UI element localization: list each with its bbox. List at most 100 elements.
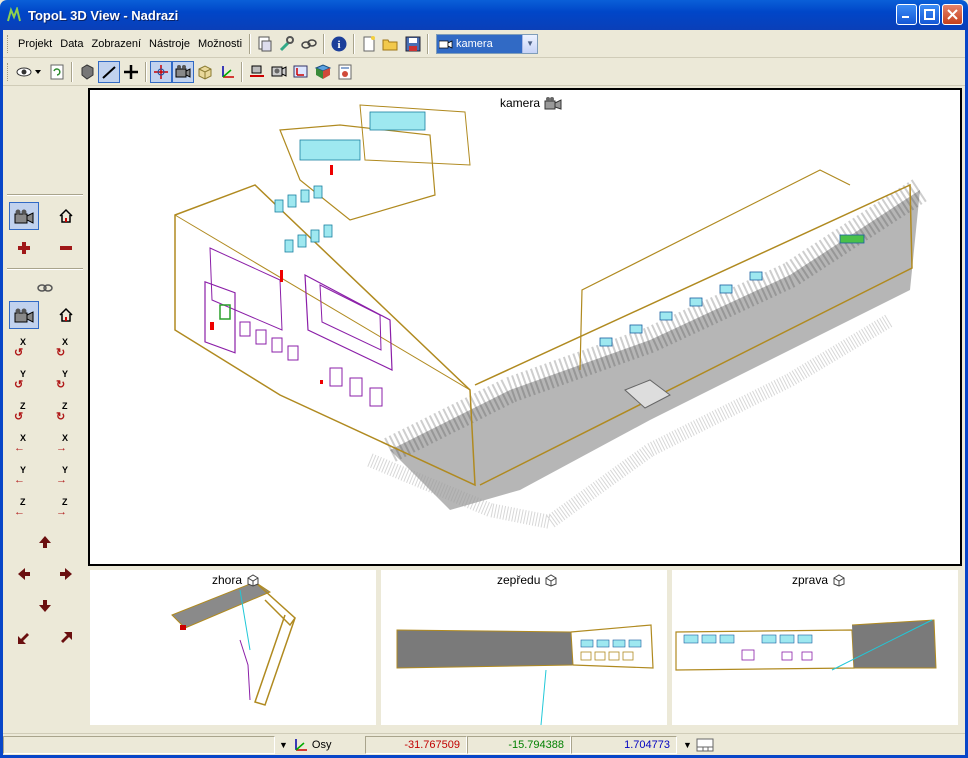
toolbar-separator [71,61,73,82]
axes-icon [295,738,307,751]
pan-up-button[interactable] [30,528,60,556]
arrow-left-icon [18,568,30,580]
menu-nastroje[interactable]: Nástroje [145,38,194,50]
camera-icon [439,39,453,49]
minus-icon [60,246,72,250]
toolbar-grip [7,62,10,81]
rotate-x-ccw-button[interactable]: X ↺ [9,334,39,362]
zoom-forward-button[interactable] [9,624,39,652]
plus-icon [124,64,138,79]
axis-settings-button[interactable] [290,61,312,83]
zoom-in-button[interactable] [9,234,39,262]
pan-down-button[interactable] [30,592,60,620]
move-z-pos-button[interactable]: Z → [51,494,81,522]
menu-projekt[interactable]: Projekt [14,38,56,50]
camera-icon [14,308,34,323]
render-settings-button[interactable] [334,61,356,83]
sidebar-separator [7,194,83,196]
camera-settings-button[interactable] [268,61,290,83]
minimize-icon [902,16,909,18]
x-coordinate: -31.767509 [365,735,467,754]
close-button[interactable] [942,4,963,25]
line-mode-button[interactable] [98,60,120,83]
rotate-y-ccw-button[interactable]: Y ↺ [9,366,39,394]
menu-moznosti[interactable]: Možnosti [194,38,246,50]
zoom-out-button[interactable] [51,234,81,262]
move-y-pos-button[interactable]: Y → [51,462,81,490]
top-view[interactable]: zhora [90,570,376,725]
target-icon [154,64,168,79]
camera-mode-button-2[interactable] [9,301,39,329]
top-view-title: zhora [212,573,260,587]
rotate-x-ccw-icon: X ↺ [14,337,27,359]
tool-button[interactable] [276,33,298,55]
solid-shape-icon [81,63,94,80]
solid-mode-button[interactable] [76,61,98,83]
pan-right-button[interactable] [51,560,81,588]
chevron-down-icon[interactable]: ▼ [522,34,538,53]
camera-icon [14,209,34,224]
chevron-down-icon: ▼ [683,739,692,750]
layers-button[interactable] [254,33,276,55]
rotate-y-cw-button[interactable]: Y ↻ [51,366,81,394]
save-button[interactable] [402,33,424,55]
arrow-up-icon [39,536,51,548]
view-mode-button[interactable] [14,61,46,83]
open-button[interactable] [380,33,402,55]
menu-zobrazeni[interactable]: Zobrazení [88,38,146,50]
menu-bar: Projekt Data Zobrazení Nástroje Možnosti… [3,30,965,58]
open-folder-icon [382,39,398,50]
home-button-2[interactable] [51,301,81,329]
point-mode-button[interactable] [120,61,142,83]
rotate-z-cw-button[interactable]: Z ↻ [51,398,81,426]
camera-target-button[interactable] [150,60,172,83]
rotate-z-ccw-button[interactable]: Z ↺ [9,398,39,426]
move-y-neg-button[interactable]: Y ← [9,462,39,490]
link-button[interactable] [298,33,320,55]
info-icon: i [331,36,347,51]
menu-data[interactable]: Data [56,38,87,50]
zoom-back-button[interactable] [51,624,81,652]
move-x-neg-icon: X ← [14,433,27,454]
axes-toggle[interactable]: ▼ Osy [275,737,365,753]
place-camera-button[interactable] [246,61,268,83]
maximize-button[interactable] [919,4,940,25]
cube-icon [545,574,557,587]
view-toolbar [3,58,965,86]
front-view[interactable]: zepředu [381,570,667,726]
link-views-button[interactable] [30,274,60,302]
camera-view-3d[interactable]: kamera [88,88,962,566]
minimize-button[interactable] [896,4,917,25]
axes-button[interactable] [216,61,238,83]
axes-icon [222,65,234,78]
move-x-pos-button[interactable]: X → [51,430,81,458]
box-button[interactable] [194,61,216,83]
right-view[interactable]: zprava [672,570,958,725]
home-button[interactable] [51,202,81,230]
pan-left-button[interactable] [9,560,39,588]
camera-select[interactable]: kamera ▼ [436,33,539,54]
refresh-button[interactable] [46,61,68,83]
camera-icon [175,64,191,78]
rotate-x-cw-button[interactable]: X ↻ [51,334,81,362]
top-view-render [171,581,296,706]
layout-toggle[interactable]: ▼ [677,738,717,752]
home-icon [59,208,73,223]
svg-text:i: i [338,39,341,51]
move-x-neg-button[interactable]: X ← [9,430,39,458]
eye-dropdown-icon [16,67,41,76]
camera-select-value: kamera [456,37,493,50]
new-button[interactable] [358,33,380,55]
move-z-neg-button[interactable]: Z ← [9,494,39,522]
camera-mode-button[interactable] [9,202,39,230]
cube-icon [247,574,259,587]
front-view-render [396,624,654,726]
texture-button[interactable] [312,61,334,83]
info-button[interactable]: i [328,33,350,55]
top-view-label: zhora [212,573,243,587]
camera-view-label: kamera [500,96,541,110]
axes-label: Osy [311,738,332,751]
sidebar-separator [7,268,83,270]
camera-view-button[interactable] [172,60,194,83]
rotate-y-ccw-icon: Y ↺ [14,369,27,391]
